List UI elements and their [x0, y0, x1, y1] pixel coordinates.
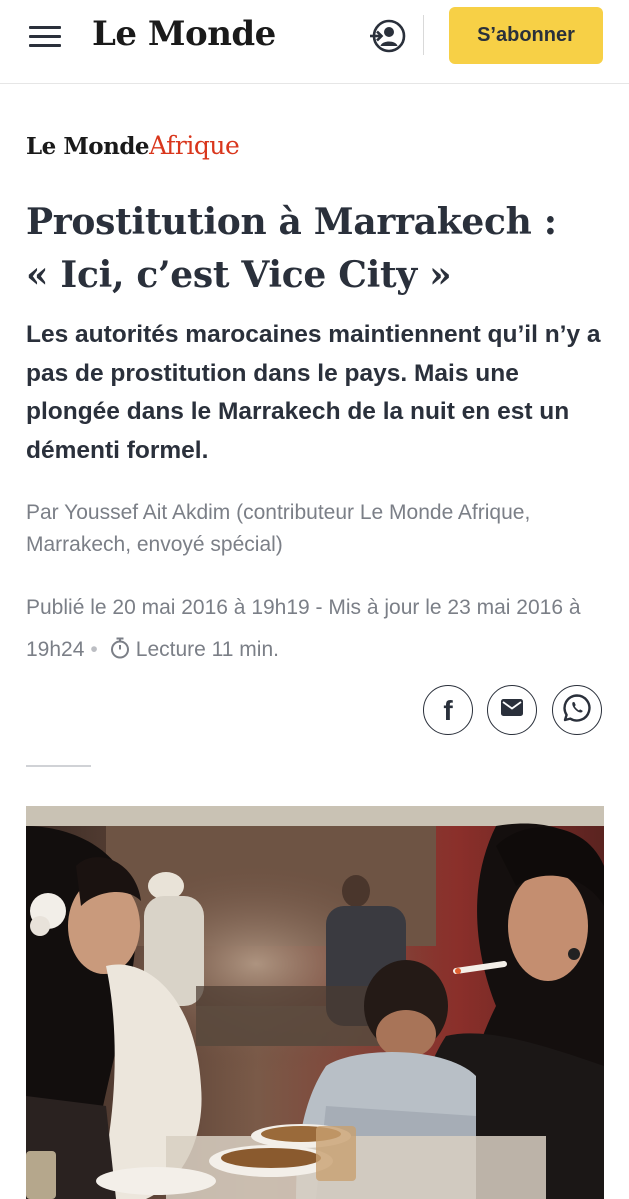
section-logo-afrique: Afrique	[149, 131, 240, 160]
hamburger-menu-icon[interactable]	[29, 26, 61, 48]
facebook-icon: f	[443, 695, 453, 726]
header-divider	[423, 15, 424, 55]
meta-separator: •	[90, 638, 98, 661]
article-photo[interactable]	[26, 806, 604, 1199]
article-lead: Les autorités marocaines maintiennent qu…	[26, 321, 601, 464]
stopwatch-icon	[110, 632, 130, 659]
email-icon	[501, 699, 523, 721]
section-divider	[26, 765, 91, 767]
reading-time: Lecture 11 min.	[135, 638, 279, 661]
top-bar: Le Monde S’abonner	[0, 0, 629, 84]
article-title-line-1: Prostitution à Marrakech :	[26, 201, 557, 243]
article-title: Prostitution à Marrakech : « Ici, c’est …	[26, 196, 606, 302]
share-whatsapp-button[interactable]	[552, 685, 602, 735]
article-dates: Publié le 20 mai 2016 à 19h19 - Mis à jo…	[26, 587, 616, 671]
share-email-button[interactable]	[487, 685, 537, 735]
whatsapp-icon	[562, 693, 592, 728]
share-facebook-button[interactable]: f	[423, 685, 473, 735]
site-logo[interactable]: Le Monde	[92, 14, 276, 54]
section-logo-monde: Le Monde	[26, 133, 150, 160]
user-login-icon[interactable]	[368, 18, 406, 54]
article-byline: Par Youssef Ait Akdim (contributeur Le M…	[26, 501, 531, 556]
subscribe-button[interactable]: S’abonner	[449, 7, 603, 64]
section-logo[interactable]: Le MondeAfrique	[26, 131, 240, 160]
article-title-line-2: « Ici, c’est Vice City »	[26, 254, 452, 296]
